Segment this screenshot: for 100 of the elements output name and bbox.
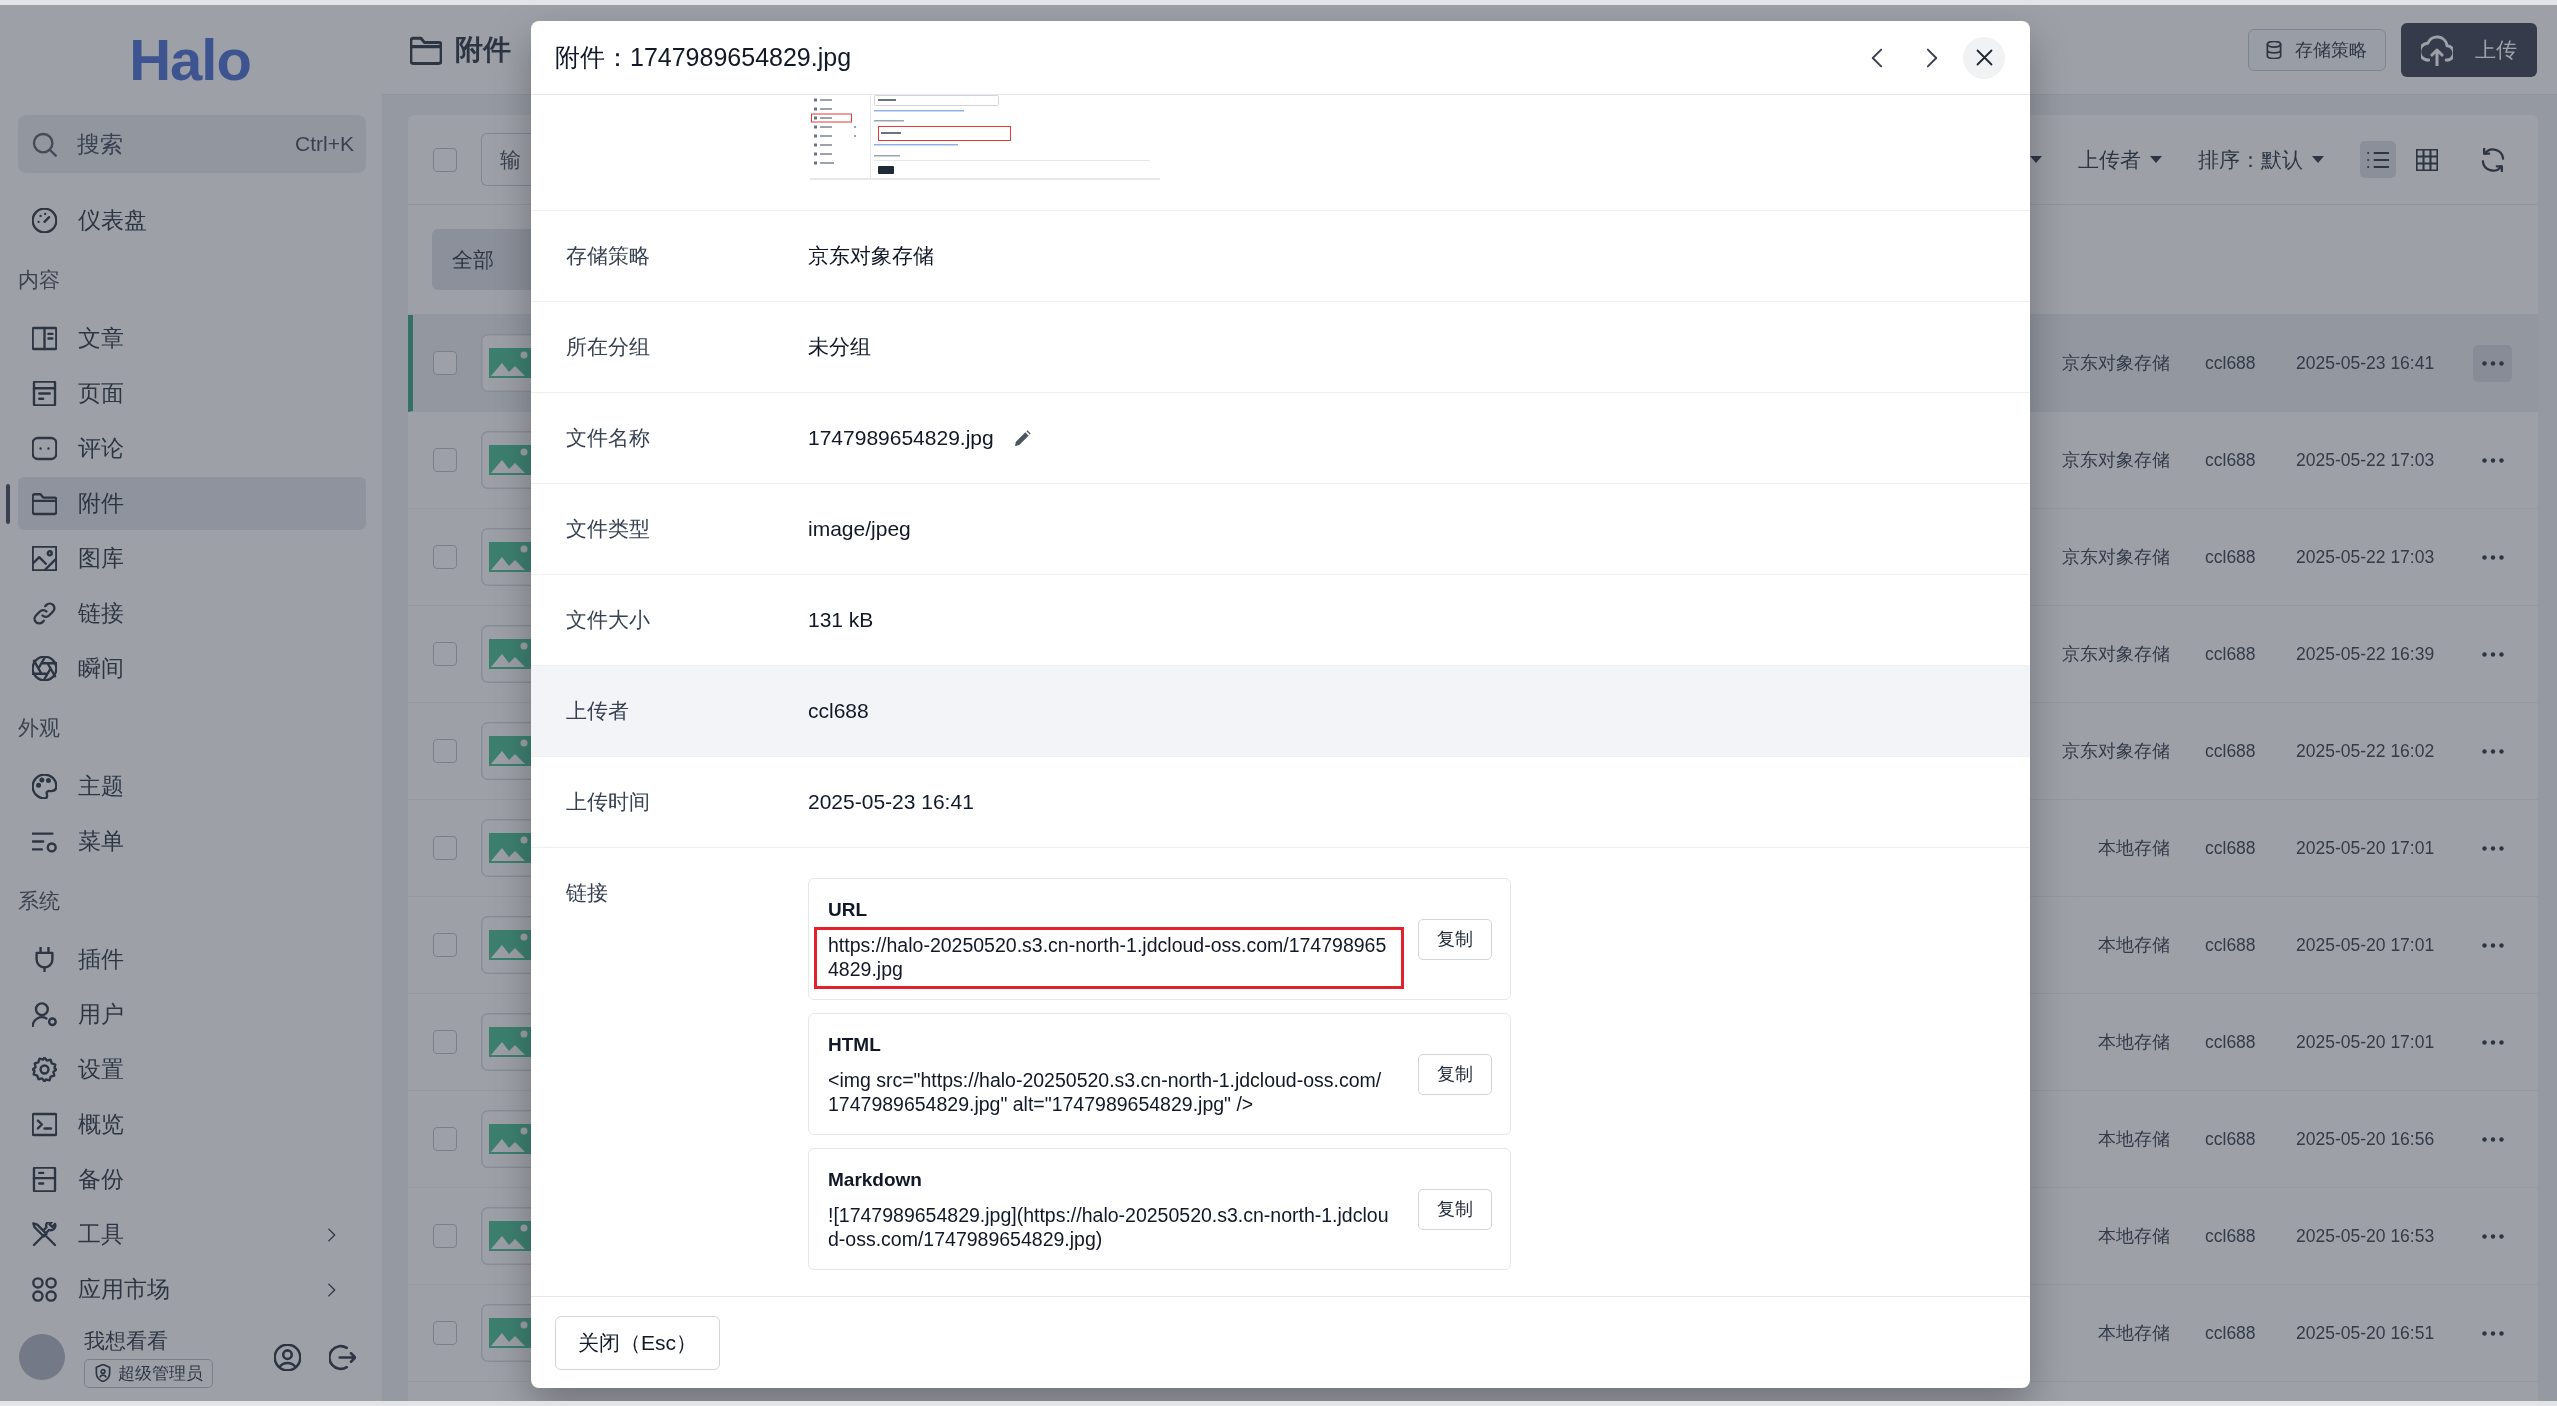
nav-item[interactable]: 附件 [18, 477, 366, 530]
nav-item[interactable]: 应用市场 [18, 1263, 366, 1316]
copy-button[interactable]: 复制 [1418, 1053, 1492, 1095]
nav-item[interactable]: 仪表盘 [18, 194, 366, 247]
row-checkbox[interactable] [433, 448, 457, 472]
more-icon [2481, 1330, 2504, 1336]
nav-item[interactable]: 图库 [18, 532, 366, 585]
more-button[interactable] [2473, 344, 2512, 382]
storage-policy-cell-text: 京东对象存储 [2061, 352, 2170, 375]
storage-policy-cell-text: 本地存储 [2097, 1225, 2170, 1248]
terminal-icon [32, 1112, 57, 1137]
refresh-icon[interactable] [2481, 147, 2505, 172]
gauge-icon [32, 208, 57, 233]
copy-button[interactable]: 复制 [1418, 918, 1492, 960]
storage-policy-cell-text: 本地存储 [2097, 934, 2170, 957]
storage-policy-button[interactable]: 存储策略 [2248, 28, 2386, 71]
row-checkbox[interactable] [433, 1321, 457, 1345]
nav-item[interactable]: 瞬间 [18, 642, 366, 695]
row-checkbox[interactable] [433, 351, 457, 375]
row-checkbox[interactable] [433, 1030, 457, 1054]
nav-item[interactable]: 评论 [18, 422, 366, 475]
apps-grid-icon [32, 1277, 57, 1302]
select-all-checkbox[interactable] [433, 147, 457, 172]
link-icon [32, 601, 57, 626]
row-checkbox[interactable] [433, 642, 457, 666]
user-gear-icon [32, 1002, 57, 1027]
view-toggle[interactable] [2360, 141, 2396, 178]
uploader-cell-text: ccl688 [2205, 934, 2257, 956]
nav-item[interactable]: 备份 [18, 1153, 366, 1206]
storage-policy-cell-text: 本地存储 [2097, 837, 2170, 860]
more-icon [2481, 651, 2504, 657]
filter-dropdown[interactable]: 上传者 [2078, 145, 2162, 174]
close-icon [1974, 48, 1994, 67]
upload-button[interactable]: 上传 [2401, 22, 2537, 77]
detail-label: 文件名称 [566, 425, 651, 451]
uploader-cell-text: ccl688 [2205, 1225, 2257, 1247]
aperture-icon [32, 656, 57, 681]
nav-item[interactable]: 页面 [18, 367, 366, 420]
logout-icon[interactable] [329, 1343, 356, 1371]
nav-item[interactable]: 概览 [18, 1098, 366, 1151]
nav-item[interactable]: 设置 [18, 1043, 366, 1096]
nav-item[interactable]: 插件 [18, 933, 366, 986]
uploader-cell-text: ccl688 [2205, 1031, 2257, 1053]
search-field[interactable]: 搜索 Ctrl+K [18, 115, 366, 173]
more-icon [2481, 942, 2504, 948]
list-settings-icon [32, 829, 57, 854]
row-checkbox[interactable] [433, 933, 457, 957]
detail-value: 131 kB [808, 608, 874, 632]
archive-icon [32, 1167, 57, 1192]
detail-label: 文件类型 [566, 516, 651, 542]
book-icon [32, 326, 57, 351]
nav-item[interactable]: 工具 [18, 1208, 366, 1261]
detail-label: 上传时间 [566, 789, 651, 815]
row-checkbox[interactable] [433, 1224, 457, 1248]
upload-time-cell-text: 2025-05-23 16:41 [2296, 352, 2436, 374]
more-icon [2481, 1039, 2504, 1045]
picture-icon [32, 546, 57, 571]
uploader-cell-text: ccl688 [2205, 1128, 2257, 1150]
row-checkbox[interactable] [433, 836, 457, 860]
row-checkbox[interactable] [433, 739, 457, 763]
detail-value: 京东对象存储 [808, 243, 934, 269]
caret-down-icon [2150, 156, 2162, 163]
profile-icon[interactable] [274, 1343, 301, 1371]
detail-value: 未分组 [808, 334, 871, 360]
close-button[interactable] [1963, 36, 2005, 79]
upload-time-cell-text: 2025-05-20 16:51 [2296, 1322, 2436, 1344]
upload-time-cell-text: 2025-05-20 17:01 [2296, 1031, 2436, 1053]
plug-icon [32, 947, 57, 972]
link-title: URL [828, 898, 869, 922]
nav-item[interactable]: 文章 [18, 312, 366, 365]
row-checkbox[interactable] [433, 545, 457, 569]
upload-time-cell-text: 2025-05-20 17:01 [2296, 934, 2436, 956]
more-icon [2481, 554, 2504, 560]
more-icon [2481, 748, 2504, 754]
storage-policy-cell-text: 京东对象存储 [2061, 740, 2170, 763]
chat-icon [32, 436, 57, 461]
more-icon [2481, 1233, 2504, 1239]
detail-value: 2025-05-23 16:41 [808, 790, 974, 814]
nav-item[interactable]: 链接 [18, 587, 366, 640]
pencil-icon[interactable] [1013, 429, 1031, 447]
storage-policy-cell-text: 京东对象存储 [2061, 643, 2170, 666]
row-checkbox[interactable] [433, 1127, 457, 1151]
nav-item[interactable]: 菜单 [18, 815, 366, 868]
close-dialog-button[interactable]: 关闭（Esc） [555, 1315, 720, 1370]
storage-policy-cell-text: 本地存储 [2097, 1031, 2170, 1054]
filter-dropdown[interactable]: 排序：默认 [2198, 145, 2324, 174]
nav-item[interactable]: 用户 [18, 988, 366, 1041]
more-icon [2481, 1136, 2504, 1142]
storage-policy-cell-text: 本地存储 [2097, 1322, 2170, 1345]
shield-icon [94, 1364, 112, 1382]
upload-time-cell-text: 2025-05-20 17:01 [2296, 837, 2436, 859]
nav-item[interactable]: 主题 [18, 760, 366, 813]
more-icon [2481, 360, 2504, 366]
copy-button[interactable]: 复制 [1418, 1188, 1492, 1230]
grid-icon [2416, 148, 2438, 171]
uploader-cell-text: ccl688 [2205, 1322, 2257, 1344]
uploader-cell-text: ccl688 [2205, 740, 2257, 762]
avatar[interactable] [19, 1334, 65, 1380]
upload-time-cell-text: 2025-05-22 16:02 [2296, 740, 2436, 762]
cloud-upload-icon [2421, 33, 2453, 66]
